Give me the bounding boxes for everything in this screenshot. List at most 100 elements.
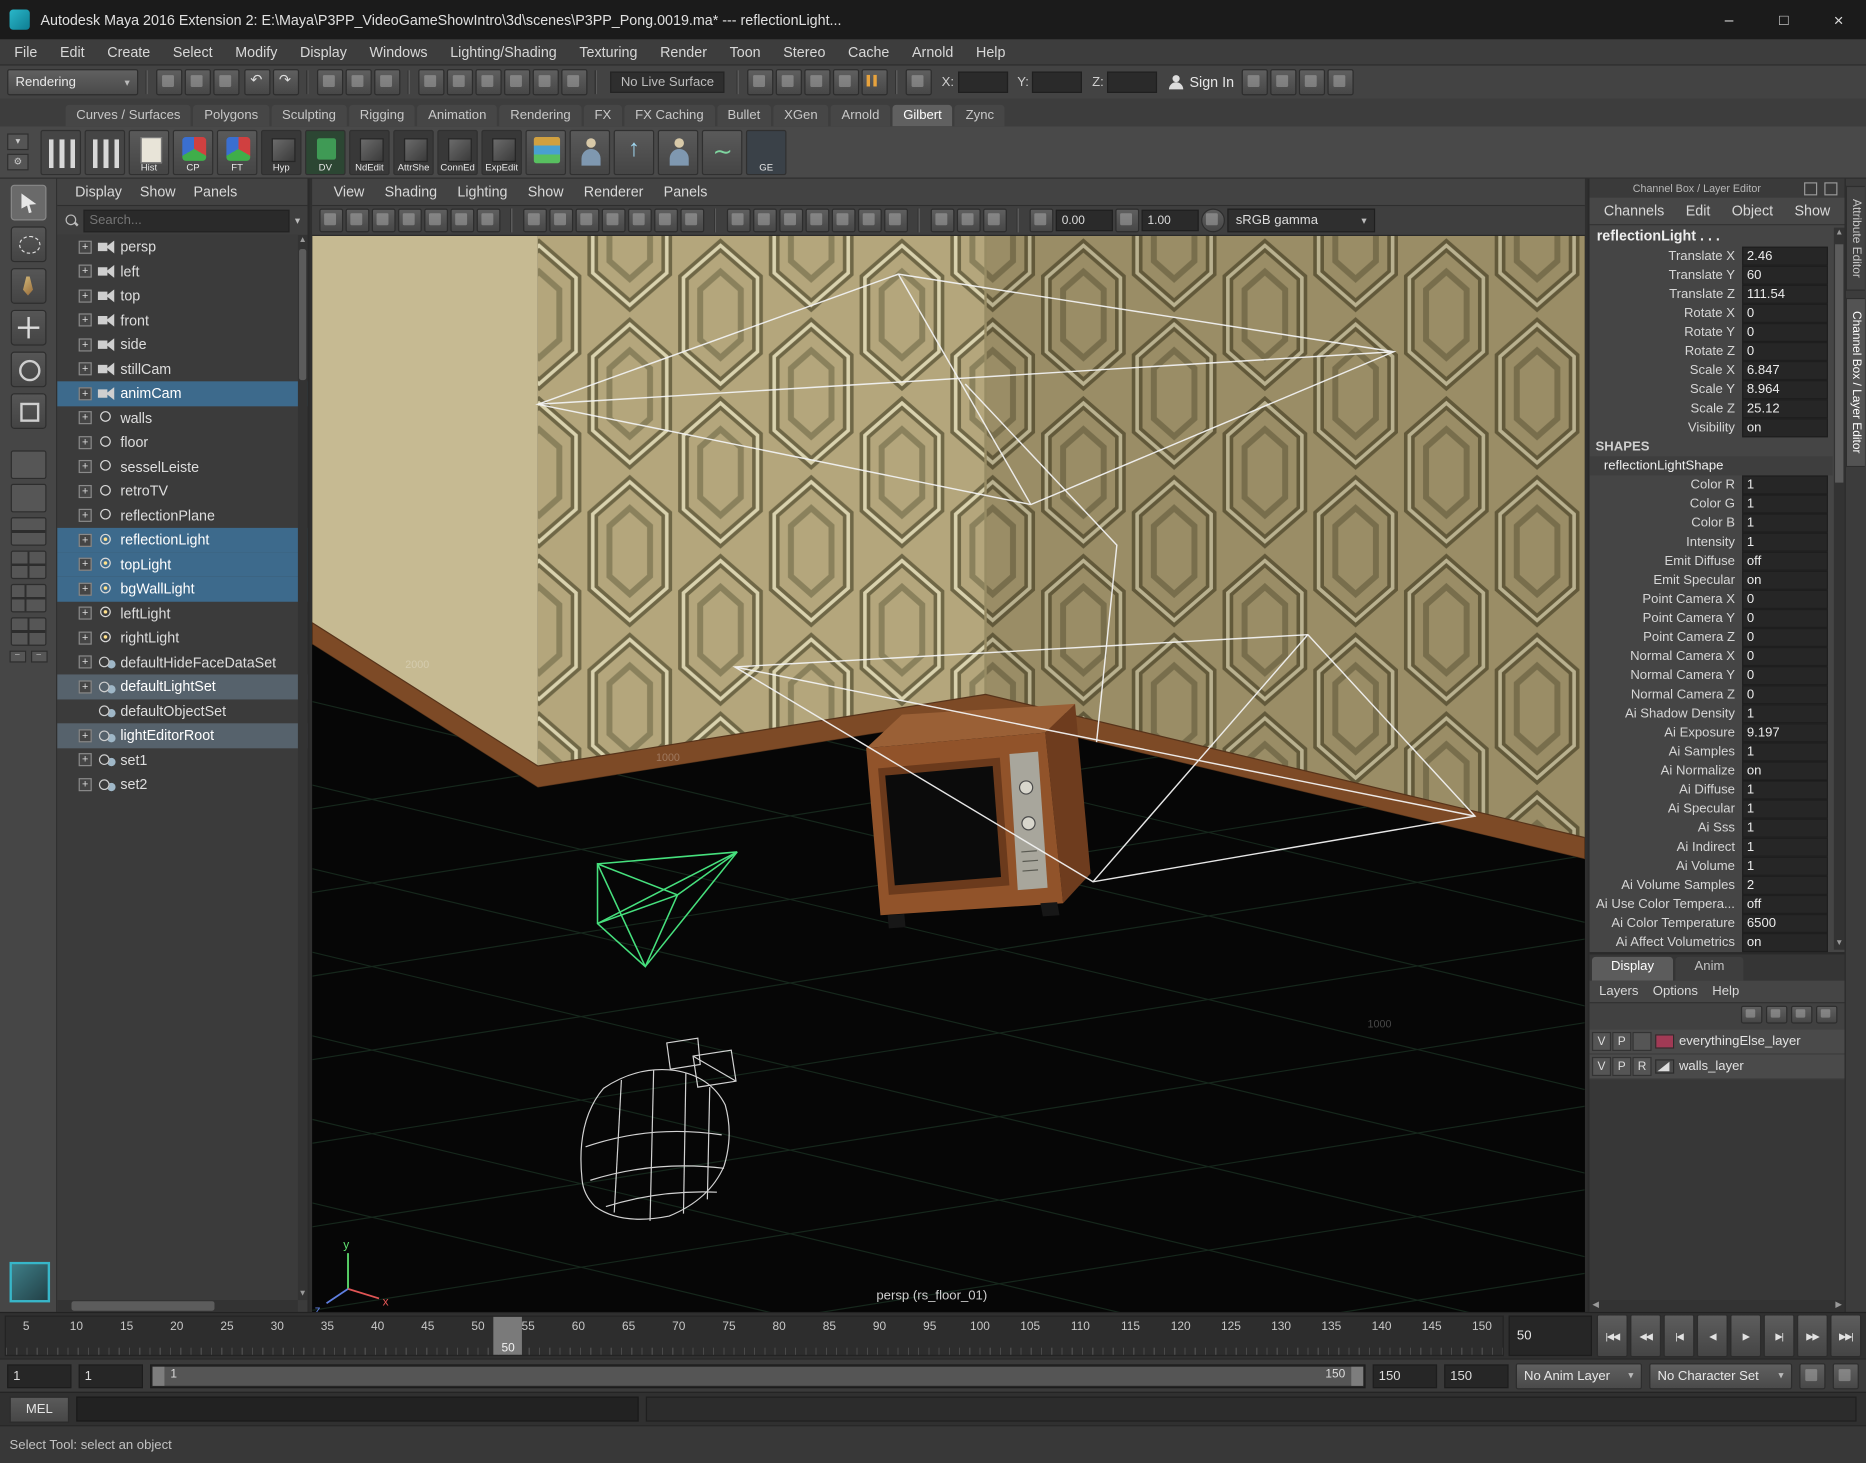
channel-value-field[interactable]: 25.12 bbox=[1742, 399, 1828, 418]
scrollbar-thumb[interactable] bbox=[71, 1301, 214, 1311]
render-settings-icon[interactable] bbox=[833, 69, 859, 95]
channel-box-toggle-icon[interactable] bbox=[1327, 69, 1353, 95]
step-forward-frame-button[interactable]: ▶▶ bbox=[1797, 1314, 1828, 1357]
shelf-item-hypershade[interactable]: Hyp bbox=[261, 129, 302, 174]
outliner-menu-item[interactable]: Show bbox=[140, 184, 176, 201]
step-back-key-button[interactable]: |◀ bbox=[1663, 1314, 1694, 1357]
channel-value-field[interactable]: 60 bbox=[1742, 266, 1828, 285]
expand-toggle-icon[interactable] bbox=[79, 338, 92, 351]
channel-value-field[interactable]: 0 bbox=[1742, 609, 1828, 628]
menu-item[interactable]: Windows bbox=[370, 43, 428, 60]
lock-camera-icon[interactable] bbox=[346, 209, 370, 233]
channel-value-field[interactable]: 1 bbox=[1742, 838, 1828, 857]
shape-node-name[interactable]: reflectionLightShape bbox=[1590, 456, 1833, 475]
snap-to-point-icon[interactable] bbox=[475, 69, 501, 95]
use-all-lights-icon[interactable] bbox=[806, 209, 830, 233]
layer-visibility-toggle[interactable]: V bbox=[1592, 1032, 1611, 1051]
play-backwards-button[interactable]: ◀ bbox=[1697, 1314, 1728, 1357]
expand-toggle-icon[interactable] bbox=[79, 411, 92, 424]
channel-value-field[interactable]: 1 bbox=[1742, 857, 1828, 876]
layer-row[interactable]: V P R walls_layer bbox=[1590, 1055, 1845, 1080]
shelf-tab[interactable]: Zync bbox=[955, 105, 1005, 126]
shelf-item-node-editor[interactable]: NdEdit bbox=[349, 129, 390, 174]
scroll-down-icon[interactable]: ▼ bbox=[1834, 938, 1845, 950]
shelf-item-node-network[interactable] bbox=[525, 129, 566, 174]
lasso-tool[interactable] bbox=[10, 226, 46, 262]
bookmarks-icon[interactable] bbox=[398, 209, 422, 233]
joints-xray-icon[interactable] bbox=[983, 209, 1007, 233]
tool-settings-toggle-icon[interactable] bbox=[1298, 69, 1324, 95]
layer-editor-scrollbar[interactable]: ◀ ▶ bbox=[1590, 1300, 1845, 1312]
current-frame-field[interactable]: 50 bbox=[1509, 1316, 1592, 1357]
search-input[interactable] bbox=[83, 209, 290, 232]
close-panel-icon[interactable] bbox=[1824, 182, 1837, 195]
snap-to-curve-icon[interactable] bbox=[447, 69, 473, 95]
shelf-tab[interactable]: Arnold bbox=[831, 105, 890, 126]
channel-value-field[interactable]: 0 bbox=[1742, 304, 1828, 323]
channel-label[interactable]: Scale X bbox=[1590, 363, 1743, 377]
menu-item[interactable]: Cache bbox=[848, 43, 889, 60]
expand-toggle-icon[interactable] bbox=[79, 631, 92, 644]
layer-color-swatch[interactable] bbox=[1655, 1059, 1674, 1073]
image-plane-icon[interactable] bbox=[424, 209, 448, 233]
shelf-tab[interactable]: Curves / Surfaces bbox=[66, 105, 192, 126]
step-forward-key-button[interactable]: ▶| bbox=[1764, 1314, 1795, 1357]
outliner-row[interactable]: rightLight bbox=[57, 626, 307, 650]
color-management-icon[interactable] bbox=[1201, 209, 1225, 233]
channel-label[interactable]: Ai Volume Samples bbox=[1590, 878, 1743, 892]
xray-icon[interactable] bbox=[957, 209, 981, 233]
shelf-item-ft[interactable]: FT bbox=[217, 129, 258, 174]
go-to-end-button[interactable]: ▶▶| bbox=[1830, 1314, 1861, 1357]
playback-start-field[interactable]: 1 bbox=[79, 1364, 143, 1388]
y-coordinate-field[interactable] bbox=[1032, 71, 1082, 92]
outliner-menu-item[interactable]: Panels bbox=[194, 184, 238, 201]
outliner-row[interactable]: walls bbox=[57, 406, 307, 430]
expand-toggle-icon[interactable] bbox=[79, 558, 92, 571]
viewport-menu-item[interactable]: Lighting bbox=[457, 184, 507, 201]
channel-value-field[interactable]: 1 bbox=[1742, 800, 1828, 819]
layer-playback-toggle[interactable]: P bbox=[1612, 1032, 1631, 1051]
animation-end-field[interactable]: 150 bbox=[1444, 1364, 1508, 1388]
shelf-tab[interactable]: Animation bbox=[417, 105, 497, 126]
menu-item[interactable]: Render bbox=[660, 43, 707, 60]
channel-box-menu-item[interactable]: Edit bbox=[1686, 203, 1711, 220]
maya-cube-icon[interactable] bbox=[10, 1262, 51, 1303]
minimize-button[interactable]: – bbox=[1702, 0, 1757, 39]
outliner-row[interactable]: sesselLeiste bbox=[57, 455, 307, 479]
channel-label[interactable]: Scale Y bbox=[1590, 383, 1743, 397]
shelf-menu-button[interactable]: ▾ bbox=[7, 133, 28, 150]
channel-value-field[interactable]: 2 bbox=[1742, 876, 1828, 895]
scroll-right-icon[interactable]: ▶ bbox=[1833, 1300, 1845, 1312]
channel-box-scrollbar[interactable]: ▲ ▼ bbox=[1834, 228, 1845, 950]
shelf-item-character-2[interactable] bbox=[658, 129, 699, 174]
gamma-toggle-icon[interactable] bbox=[1115, 209, 1139, 233]
shaded-mode-icon[interactable] bbox=[753, 209, 777, 233]
screen-space-ao-icon[interactable] bbox=[858, 209, 882, 233]
group-separator[interactable] bbox=[734, 70, 742, 94]
outliner-row[interactable]: reflectionPlane bbox=[57, 503, 307, 527]
undo-icon[interactable] bbox=[244, 69, 270, 95]
channel-value-field[interactable]: 0 bbox=[1742, 647, 1828, 666]
x-coordinate-field[interactable] bbox=[958, 71, 1008, 92]
scene-3d-view[interactable]: y x z 2000 1000 1000 persp (rs_floor_01) bbox=[312, 236, 1585, 1316]
outliner-row[interactable]: floor bbox=[57, 430, 307, 454]
layer-editor-tab[interactable]: Display bbox=[1592, 957, 1673, 981]
layout-four-panes[interactable] bbox=[10, 551, 46, 580]
selected-object-name[interactable]: reflectionLight . . . bbox=[1590, 225, 1833, 246]
viewport-menu-item[interactable]: View bbox=[334, 184, 365, 201]
exposure-field[interactable]: 0.00 bbox=[1056, 210, 1113, 231]
channel-value-field[interactable]: 6500 bbox=[1742, 914, 1828, 933]
channel-label[interactable]: Rotate X bbox=[1590, 306, 1743, 320]
grid-toggle-icon[interactable] bbox=[523, 209, 547, 233]
channel-label[interactable]: Normal Camera Z bbox=[1590, 688, 1743, 702]
menu-item[interactable]: Create bbox=[107, 43, 150, 60]
layout-prev-button[interactable]: – bbox=[9, 651, 26, 663]
channel-value-field[interactable]: 1 bbox=[1742, 819, 1828, 838]
channel-label[interactable]: Color G bbox=[1590, 497, 1743, 511]
rotate-tool[interactable] bbox=[10, 352, 46, 388]
channel-value-field[interactable]: 2.46 bbox=[1742, 247, 1828, 266]
expand-toggle-icon[interactable] bbox=[79, 582, 92, 595]
channel-value-field[interactable]: 0 bbox=[1742, 685, 1828, 704]
channel-value-field[interactable]: on bbox=[1742, 761, 1828, 780]
raise-panels-icon[interactable] bbox=[1241, 69, 1267, 95]
